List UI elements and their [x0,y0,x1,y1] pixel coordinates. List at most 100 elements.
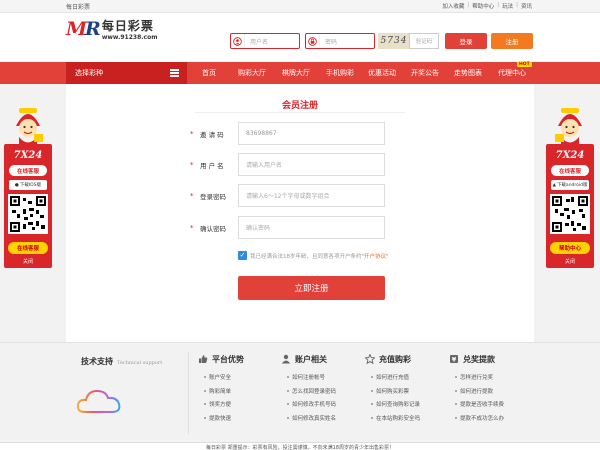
register-button[interactable]: 注册 [491,33,533,49]
footer-link[interactable]: 如何修改真实姓名 [286,414,336,428]
footer-link[interactable]: 如何查询购彩记录 [370,400,420,414]
nav-trend-charts[interactable]: 走势图表 [448,62,488,84]
footer-link[interactable]: 如何注册帐号 [286,373,336,387]
separator: | [516,2,518,8]
password-input[interactable]: 密码 [305,33,375,49]
nav-results[interactable]: 开奖公告 [405,62,445,84]
footer-col-account: 账户相关 如何注册帐号 怎么找回登录密码 如何修改手机号码 如何修改真实姓名 [281,352,336,427]
money-icon: ¥ [450,355,458,364]
username-input[interactable]: 用户名 [230,33,300,49]
apple-icon: ● [14,182,19,188]
online-service-bottom-button[interactable]: 在线客服 [8,242,48,254]
menu-icon [170,69,179,77]
top-links: 加入收藏 | 帮助中心 | 玩法 | 资讯 [442,2,532,10]
brand-7x24: 7X24 [555,150,585,161]
required-mark: * [190,224,194,232]
footer-link[interactable]: 购彩简单 [204,387,244,401]
login-button[interactable]: 登录 [445,33,487,49]
nav-lottery-hall[interactable]: 购彩大厅 [232,62,272,84]
footer-link[interactable]: 怎么找回登录密码 [286,387,336,401]
agree-text: 我已经满合法18岁年龄，且同意各项开户条约 [250,253,362,260]
mascot-icon [16,108,43,148]
confirm-password-input[interactable]: 确认密码 [238,216,385,239]
password-placeholder: 密码 [325,38,338,46]
footer-col-title: 兑奖提款 [463,354,495,364]
online-service-button[interactable]: 在线客服 [9,165,47,176]
star-icon [365,354,375,364]
brand-7x24: 7X24 [13,150,43,161]
news-link[interactable]: 资讯 [521,2,532,10]
lottery-select[interactable]: 选择彩种 [66,62,187,84]
qr-code-icon [8,194,48,234]
required-mark: * [190,161,194,169]
nav-chess-hall[interactable]: 棋牌大厅 [276,62,316,84]
tech-support-title: 技术支持 [81,357,113,366]
footer-link[interactable]: 如何修改手机号码 [286,400,336,414]
footer-link[interactable]: 怎样进行兑奖 [454,373,504,387]
site-name[interactable]: 每日彩票 [66,2,90,11]
footer-divider [188,352,189,434]
footer-link[interactable]: 如何进行提款 [454,387,504,401]
logo-url: www.91238.com [101,34,158,41]
nav-home[interactable]: 首页 [192,62,226,84]
footer-link[interactable]: 如何进行充值 [370,373,420,387]
agree-checkbox[interactable]: ✓ [238,251,247,260]
footer-link[interactable]: 如何购买彩票 [370,387,420,401]
username-row: * 用 户 名 [190,153,234,177]
footer-link[interactable]: 账户安全 [204,373,244,387]
footer-col-advantages: 平台优势 账户安全 购彩简单 领奖方便 提款快速 [198,352,244,427]
legal-notice: 每日彩票 郑重提示：彩票有风险，投注需谨慎，不向未满18周岁的青少年出售彩票！ [0,442,600,450]
footer-link[interactable]: 提款是否收手续费 [454,400,504,414]
ios-download-button[interactable]: ● 下载IOS版 [9,180,47,190]
captcha-input[interactable]: 验证码 [409,33,439,49]
online-service-button[interactable]: 在线客服 [551,165,589,176]
footer-link[interactable]: 在本站购彩安全吗 [370,414,420,428]
mascot-icon [555,108,582,148]
gameplay-link[interactable]: 玩法 [502,2,513,10]
android-download-button[interactable]: ▲ 下载android版 [551,180,589,190]
help-center-link[interactable]: 帮助中心 [472,2,494,10]
required-mark: * [190,192,194,200]
protocol-link[interactable]: "开户协议" [362,252,389,260]
page-title: 会员注册 [281,101,318,111]
footer-col-title: 账户相关 [295,354,327,364]
register-password-input[interactable]: 请输入6～12个字母或数字组合 [238,184,385,207]
close-left-widget[interactable]: 关闭 [4,258,52,265]
close-right-widget[interactable]: 关闭 [546,258,594,265]
submit-register-button[interactable]: 立即注册 [238,276,385,300]
invite-code-row: * 邀 请 码 [190,122,234,146]
footer-link[interactable]: 领奖方便 [204,400,244,414]
lottery-select-label: 选择彩种 [75,69,103,77]
thumbs-up-icon [199,355,208,363]
nav-promotions[interactable]: 优惠活动 [362,62,402,84]
separator: | [467,2,470,8]
logo-mark: MR [66,18,101,40]
confirm-password-row: * 确认密码 [190,216,234,240]
footer-link[interactable]: 提款不成功怎么办 [454,414,504,428]
footer-col-recharge: 充值购彩 如何进行充值 如何购买彩票 如何查询购彩记录 在本站购彩安全吗 [365,352,420,427]
nav-mobile[interactable]: 手机购彩 [320,62,360,84]
password-label: 登录密码 [200,193,226,201]
add-favorite-link[interactable]: 加入收藏 [442,2,464,10]
agreement: ✓ 我已经满合法18岁年龄，且同意各项开户条约 "开户协议" [238,251,389,260]
invite-code-label: 邀 请 码 [200,131,224,139]
main-nav: 选择彩种 首页 购彩大厅 棋牌大厅 手机购彩 优惠活动 开奖公告 走势图表 代理… [0,62,600,84]
left-float-widget: 7X24 在线客服 ● 下载IOS版 在线客服 关闭 [4,104,52,272]
captcha-image[interactable]: 5734 [378,33,410,49]
user-icon [281,354,291,364]
register-username-input[interactable]: 请输入用户名 [238,153,385,176]
site-logo[interactable]: MR 每日彩票 www.91238.com [66,17,157,41]
footer-link[interactable]: 提款快速 [204,414,244,428]
user-icon [231,34,245,48]
svg-text:¥: ¥ [452,356,457,364]
separator: | [497,2,500,8]
help-center-button[interactable]: 帮助中心 [550,242,590,254]
cloud-icon [76,389,121,413]
password-row: * 登录密码 [190,184,234,208]
footer-col-title: 充值购彩 [379,354,411,364]
right-float-widget: 7X24 在线客服 ▲ 下载android版 帮助中心 关闭 [546,104,594,272]
required-mark: * [190,130,194,138]
footer-col-title: 平台优势 [212,354,244,364]
hot-badge: HOT [517,62,532,67]
invite-code-input[interactable]: 83698867 [238,122,385,145]
